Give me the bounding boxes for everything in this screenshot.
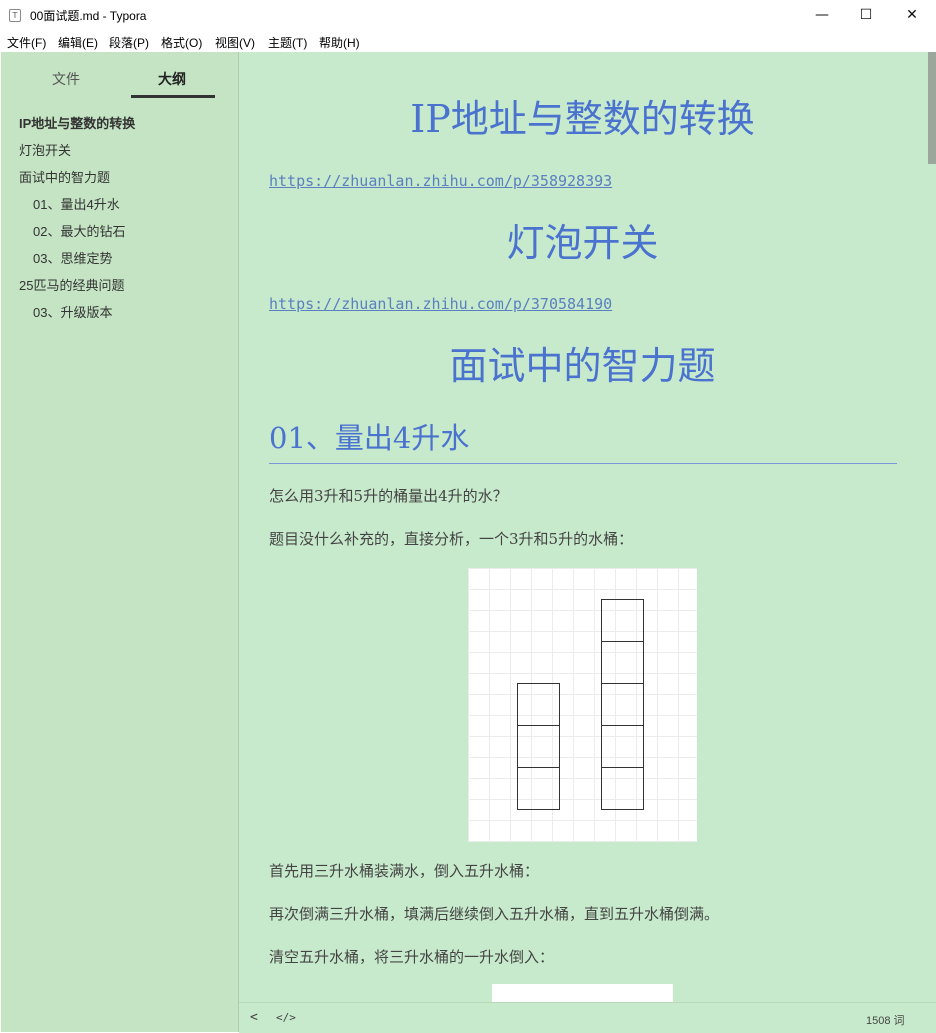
window-title: 00面试题.md - Typora — [30, 9, 147, 23]
paragraph-step-1: 首先用三升水桶装满水，倒入五升水桶： — [269, 862, 540, 880]
outline-item-puzzles[interactable]: 面试中的智力题 — [19, 167, 110, 186]
menu-theme[interactable]: 主题(T) — [268, 34, 307, 51]
active-tab-indicator — [131, 95, 215, 98]
outline-item-upgrade[interactable]: 03、升级版本 — [33, 302, 112, 321]
bucket-3l-cell — [517, 683, 560, 726]
menu-bar: 文件(F) 编辑(E) 段落(P) 格式(O) 视图(V) 主题(T) 帮助(H… — [0, 31, 936, 52]
paragraph-analysis: 题目没什么补充的，直接分析，一个3升和5升的水桶： — [269, 530, 634, 548]
sidebar: 文件 大纲 IP地址与整数的转换 灯泡开关 面试中的智力题 01、量出4升水 0… — [1, 52, 239, 1032]
typora-app-icon: T — [9, 9, 21, 22]
menu-format[interactable]: 格式(O) — [161, 34, 202, 51]
heading-ip-conversion: IP地址与整数的转换 — [410, 97, 755, 141]
source-code-icon[interactable]: </> — [276, 1011, 296, 1024]
heading-light-switch: 灯泡开关 — [506, 221, 659, 265]
editor-content[interactable]: IP地址与整数的转换 https://zhuanlan.zhihu.com/p/… — [239, 52, 926, 1002]
menu-view[interactable]: 视图(V) — [215, 34, 255, 51]
bucket-5l-cell — [601, 641, 644, 684]
outline-item-25-horses[interactable]: 25匹马的经典问题 — [19, 275, 124, 294]
bucket-5l-cell — [601, 599, 644, 642]
heading-puzzles: 面试中的智力题 — [449, 344, 716, 388]
outline-item-4-liters[interactable]: 01、量出4升水 — [33, 194, 120, 213]
bucket-5l-cell — [601, 725, 644, 768]
bucket-3l-cell — [517, 725, 560, 768]
menu-paragraph[interactable]: 段落(P) — [109, 34, 149, 51]
partial-diagram-image — [492, 984, 673, 1002]
paragraph-step-3: 清空五升水桶，将三升水桶的一升水倒入： — [269, 948, 555, 966]
paragraph-question: 怎么用3升和5升的桶量出4升的水？ — [269, 487, 508, 505]
vertical-scrollbar[interactable] — [926, 52, 936, 1002]
bucket-3l-cell — [517, 767, 560, 810]
link-zhihu-1[interactable]: https://zhuanlan.zhihu.com/p/358928393 — [269, 172, 612, 190]
maximize-button[interactable]: ☐ — [843, 0, 889, 31]
tab-files[interactable]: 文件 — [52, 69, 80, 89]
outline-item-ip-conversion[interactable]: IP地址与整数的转换 — [19, 113, 135, 132]
bucket-5l-cell — [601, 683, 644, 726]
title-bar: T 00面试题.md - Typora — ☐ ✕ — [0, 0, 936, 31]
menu-help[interactable]: 帮助(H) — [319, 34, 360, 51]
paragraph-step-2: 再次倒满三升水桶，填满后继续倒入五升水桶，直到五升水桶倒满。 — [269, 905, 720, 923]
outline-item-mindset[interactable]: 03、思维定势 — [33, 248, 112, 267]
outline-item-light-switch[interactable]: 灯泡开关 — [19, 140, 71, 159]
tab-outline[interactable]: 大纲 — [158, 69, 186, 89]
close-button[interactable]: ✕ — [889, 0, 935, 31]
heading-underline — [269, 463, 897, 464]
word-count[interactable]: 1508 词 — [866, 1012, 905, 1028]
menu-file[interactable]: 文件(F) — [7, 34, 46, 51]
bucket-5l-cell — [601, 767, 644, 810]
back-arrow-icon[interactable]: < — [250, 1010, 258, 1025]
link-zhihu-2[interactable]: https://zhuanlan.zhihu.com/p/370584190 — [269, 295, 612, 313]
status-bar: < </> 1508 词 — [239, 1002, 936, 1033]
minimize-button[interactable]: — — [799, 0, 845, 31]
heading-4-liters: 01、量出4升水 — [269, 421, 470, 455]
scrollbar-thumb[interactable] — [928, 52, 936, 164]
menu-edit[interactable]: 编辑(E) — [58, 34, 98, 51]
outline-item-largest-diamond[interactable]: 02、最大的钻石 — [33, 221, 125, 240]
bucket-diagram-image — [468, 568, 697, 842]
